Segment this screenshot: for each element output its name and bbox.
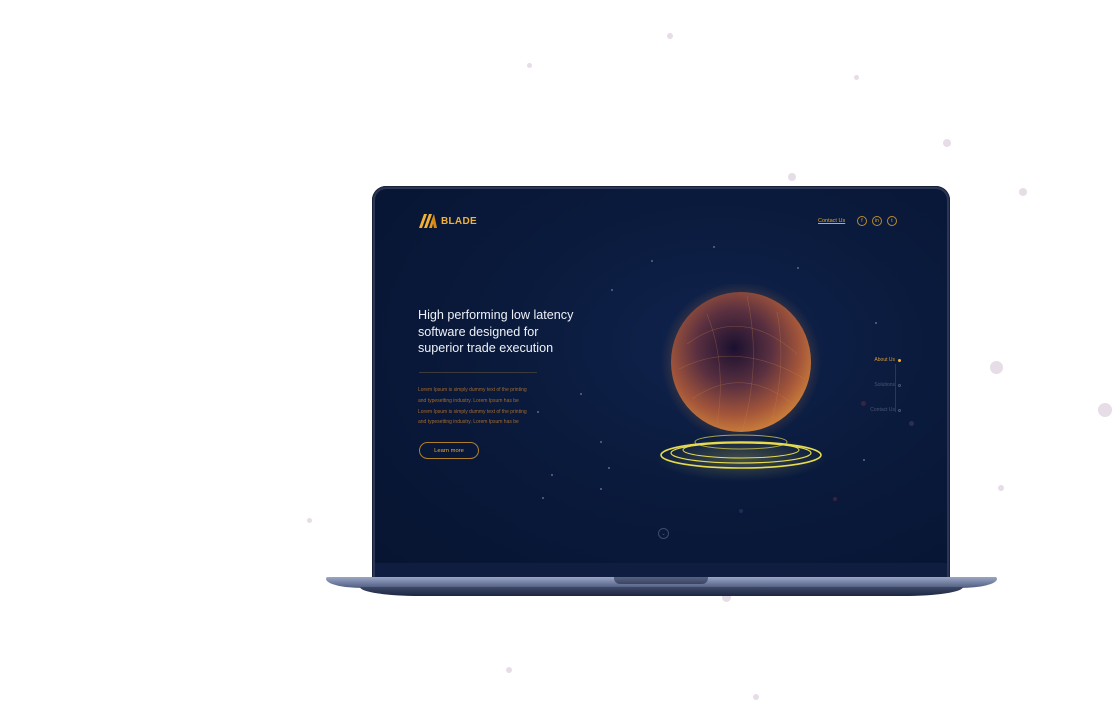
star-particle bbox=[875, 322, 877, 324]
star-particle bbox=[909, 421, 914, 426]
hero-description-line: and typesetting industry. Lorem Ipsum ha… bbox=[418, 419, 519, 426]
screen-bottom-bezel bbox=[375, 563, 947, 577]
blade-logo-icon bbox=[419, 214, 437, 228]
mockup-stage: BLADE Contact Us f in t High performing … bbox=[0, 0, 1114, 701]
background-particle bbox=[998, 485, 1004, 491]
star-particle bbox=[608, 467, 610, 469]
contact-us-link[interactable]: Contact Us bbox=[818, 218, 845, 224]
brand-logo[interactable]: BLADE bbox=[419, 214, 477, 228]
star-particle bbox=[863, 459, 865, 461]
hero-headline-line: software designed for bbox=[418, 324, 539, 339]
star-particle bbox=[542, 497, 544, 499]
hero-headline-line: High performing low latency bbox=[418, 308, 574, 322]
background-particle bbox=[1098, 403, 1112, 417]
star-particle bbox=[833, 497, 837, 501]
background-particle bbox=[788, 173, 796, 181]
hero-divider bbox=[419, 372, 537, 373]
star-particle bbox=[551, 474, 553, 476]
hero-headline-line: superior trade execution bbox=[418, 341, 554, 356]
side-nav-dot bbox=[898, 383, 901, 387]
star-particle bbox=[580, 393, 582, 395]
brand-name: BLADE bbox=[441, 215, 477, 227]
star-particle bbox=[739, 509, 743, 513]
side-nav-active-dot bbox=[898, 358, 901, 362]
laptop-screen: BLADE Contact Us f in t High performing … bbox=[375, 189, 947, 577]
background-particle bbox=[1019, 188, 1027, 196]
hero-description: Lorem Ipsum is simply dummy text of the … bbox=[418, 385, 548, 428]
side-nav-track bbox=[895, 364, 896, 412]
background-particle bbox=[943, 139, 951, 147]
star-particle bbox=[651, 260, 653, 262]
sphere-illustration bbox=[656, 284, 826, 481]
background-particle bbox=[854, 75, 859, 80]
star-particle bbox=[713, 246, 715, 248]
laptop-hinge-notch bbox=[614, 577, 708, 584]
background-particle bbox=[506, 667, 512, 673]
side-nav-label: About Us bbox=[874, 357, 895, 363]
hero-description-line: Lorem Ipsum is simply dummy text of the … bbox=[418, 408, 527, 415]
background-particle bbox=[990, 361, 1003, 374]
star-particle bbox=[600, 488, 602, 490]
side-nav-label: Solutions bbox=[874, 382, 895, 388]
facebook-icon[interactable]: f bbox=[857, 216, 867, 226]
side-nav-dot bbox=[898, 408, 901, 412]
star-particle bbox=[861, 401, 866, 406]
linkedin-icon[interactable]: in bbox=[872, 216, 882, 226]
background-particle bbox=[667, 33, 673, 39]
twitter-icon[interactable]: t bbox=[887, 216, 897, 226]
star-particle bbox=[611, 289, 613, 291]
side-nav-label: Contact Us bbox=[870, 407, 895, 413]
hero-headline: High performing low latency software des… bbox=[418, 307, 608, 357]
side-nav-contact-us[interactable]: Contact Us bbox=[853, 407, 901, 413]
background-particle bbox=[527, 63, 532, 68]
learn-more-button[interactable]: Learn more bbox=[419, 442, 479, 459]
hero-description-line: and typesetting industry. Lorem Ipsum ha… bbox=[418, 397, 519, 404]
background-particle bbox=[307, 518, 312, 523]
side-nav-about-us[interactable]: About Us bbox=[853, 357, 901, 363]
star-particle bbox=[600, 441, 602, 443]
laptop-base-underside bbox=[360, 587, 963, 596]
hero-description-line: Lorem Ipsum is simply dummy text of the … bbox=[418, 387, 527, 393]
scroll-down-button[interactable]: ⌄ bbox=[658, 528, 669, 539]
side-nav-solutions[interactable]: Solutions bbox=[853, 382, 901, 388]
background-particle bbox=[753, 694, 759, 700]
star-particle bbox=[797, 267, 799, 269]
